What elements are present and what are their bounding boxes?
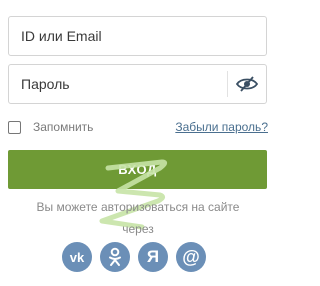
id-email-field[interactable] <box>8 16 267 56</box>
password-field[interactable] <box>8 64 267 104</box>
remember-checkbox[interactable] <box>8 120 21 134</box>
eye-slash-icon[interactable] <box>236 75 258 93</box>
remember-me[interactable]: Запомнить <box>8 119 93 135</box>
forgot-password-link[interactable]: Забыли пароль? <box>175 120 268 134</box>
password-divider <box>227 71 228 97</box>
id-email-input[interactable] <box>21 17 221 55</box>
vk-label: vk <box>69 249 85 265</box>
social-text-line1: Вы можете авторизоваться на сайте <box>36 200 240 214</box>
social-login-text: Вы можете авторизоваться на сайте через <box>0 196 276 240</box>
social-icons: vk Я @ <box>62 242 206 272</box>
remember-label: Запомнить <box>33 120 94 134</box>
yandex-icon[interactable]: Я <box>138 242 168 272</box>
social-text-line2: через <box>122 222 154 236</box>
odnoklassniki-icon[interactable] <box>100 242 130 272</box>
password-input[interactable] <box>21 65 221 103</box>
vk-icon[interactable]: vk <box>62 242 92 272</box>
odnoklassniki-glyph <box>109 247 121 266</box>
yandex-label: Я <box>146 247 160 266</box>
mail-at-icon[interactable]: @ <box>176 242 206 272</box>
mail-label: @ <box>182 246 200 267</box>
